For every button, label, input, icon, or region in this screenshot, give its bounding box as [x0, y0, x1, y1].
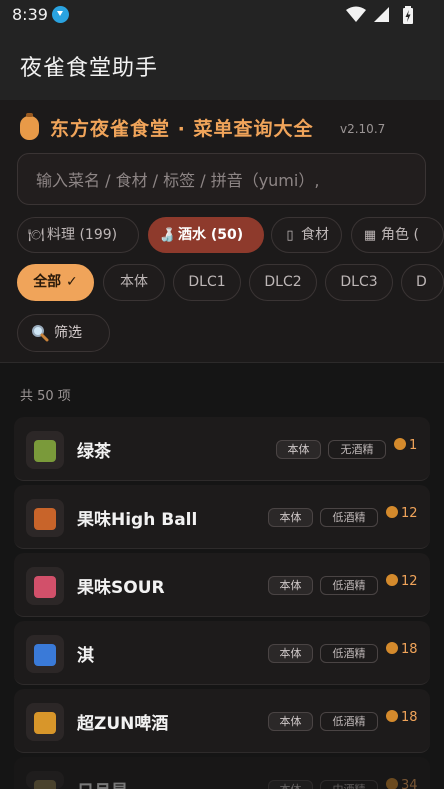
drink-icon-fill	[34, 576, 56, 598]
alcohol-tag: 无酒精	[328, 440, 386, 459]
price-value: 12	[401, 506, 418, 521]
tab-dishes[interactable]: 🍽 料理 (199)	[17, 217, 139, 253]
list-item[interactable]: 果味High Ball 本体 低酒精 12	[14, 485, 430, 549]
drink-icon-fill	[34, 644, 56, 666]
drink-icon	[26, 703, 64, 741]
result-count: 共 50 项	[20, 389, 71, 404]
drink-icon-fill	[34, 440, 56, 462]
status-time: 8:39	[12, 5, 48, 24]
drink-icon	[26, 635, 64, 673]
list-item[interactable]: 果味SOUR 本体 低酒精 12	[14, 553, 430, 617]
battery-icon	[403, 6, 413, 24]
price-value: 12	[401, 574, 418, 589]
drink-icon-fill	[34, 508, 56, 530]
price-label: 18	[386, 642, 418, 657]
lantern-icon	[20, 113, 39, 140]
tab-ingredients[interactable]: ▯ 食材	[271, 217, 342, 253]
drink-icon	[26, 431, 64, 469]
tab-characters[interactable]: ▦ 角色 (	[351, 217, 444, 253]
item-name: 果味High Ball	[77, 510, 198, 530]
price-value: 18	[401, 710, 418, 725]
drink-icon-fill	[34, 712, 56, 734]
plate-icon: 🍽	[28, 228, 45, 243]
bottle-icon: 🍶	[159, 228, 176, 243]
filter-base[interactable]: 本体	[103, 264, 165, 301]
item-name: 绿茶	[77, 442, 111, 462]
item-name: 超ZUN啤酒	[77, 714, 169, 734]
list-item[interactable]: 淇 本体 低酒精 18	[14, 621, 430, 685]
download-icon	[52, 6, 69, 23]
drink-icon	[26, 499, 64, 537]
page-heading: 东方夜雀食堂 · 菜单查询大全	[50, 118, 314, 140]
price-label: 34	[386, 778, 418, 789]
price-label: 12	[386, 574, 418, 589]
alcohol-tag: 低酒精	[320, 712, 378, 731]
character-icon: ▦	[363, 228, 377, 243]
list-item[interactable]: 绿茶 本体 无酒精 1	[14, 417, 430, 481]
coin-icon	[394, 438, 406, 450]
tab-drinks-label: 酒水 (50)	[178, 227, 244, 243]
wifi-icon	[346, 6, 366, 22]
price-label: 12	[386, 506, 418, 521]
filter-dlc3[interactable]: DLC3	[325, 264, 393, 301]
alcohol-tag: 低酒精	[320, 644, 378, 663]
item-name: 日月星	[77, 777, 128, 789]
filter-dlc-more[interactable]: D	[401, 264, 444, 301]
tab-dishes-label: 料理 (199)	[47, 227, 118, 243]
price-value: 34	[401, 778, 418, 789]
source-badge: 本体	[268, 508, 313, 527]
version-label: v2.10.7	[340, 122, 386, 136]
drink-icon	[26, 771, 64, 789]
tab-ingredients-label: 食材	[301, 227, 329, 243]
alcohol-tag: 中酒精	[320, 780, 378, 789]
source-badge: 本体	[268, 780, 313, 789]
magnifier-icon	[32, 325, 49, 342]
ingredient-icon: ▯	[286, 228, 294, 243]
source-badge: 本体	[268, 712, 313, 731]
signal-icon	[374, 7, 389, 22]
price-value: 1	[409, 438, 418, 453]
coin-icon	[386, 710, 398, 722]
price-label: 18	[386, 710, 418, 725]
coin-icon	[386, 778, 398, 789]
coin-icon	[386, 642, 398, 654]
tab-characters-label: 角色 (	[381, 227, 419, 243]
coin-icon	[386, 506, 398, 518]
list-item[interactable]: 超ZUN啤酒 本体 低酒精 18	[14, 689, 430, 753]
filter-button[interactable]: 筛选	[17, 314, 110, 352]
filter-dlc1[interactable]: DLC1	[173, 264, 241, 301]
source-badge: 本体	[276, 440, 321, 459]
app-title: 夜雀食堂助手	[20, 56, 159, 81]
search-input[interactable]	[36, 167, 416, 193]
item-name: 淇	[77, 646, 94, 666]
tab-drinks[interactable]: 🍶 酒水 (50)	[148, 217, 264, 253]
alcohol-tag: 低酒精	[320, 576, 378, 595]
filter-button-label: 筛选	[54, 325, 82, 341]
price-value: 18	[401, 642, 418, 657]
status-bar: 8:39	[0, 0, 444, 30]
source-badge: 本体	[268, 644, 313, 663]
filter-all[interactable]: 全部 ✓	[17, 264, 94, 301]
filter-dlc2[interactable]: DLC2	[249, 264, 317, 301]
item-name: 果味SOUR	[77, 578, 165, 598]
source-badge: 本体	[268, 576, 313, 595]
search-box	[17, 153, 426, 205]
drink-icon	[26, 567, 64, 605]
coin-icon	[386, 574, 398, 586]
alcohol-tag: 低酒精	[320, 508, 378, 527]
price-label: 1	[394, 438, 417, 453]
list-item[interactable]: 日月星 本体 中酒精 34	[14, 757, 430, 789]
app-bar: 夜雀食堂助手	[0, 30, 444, 100]
drink-icon-fill	[34, 780, 56, 789]
